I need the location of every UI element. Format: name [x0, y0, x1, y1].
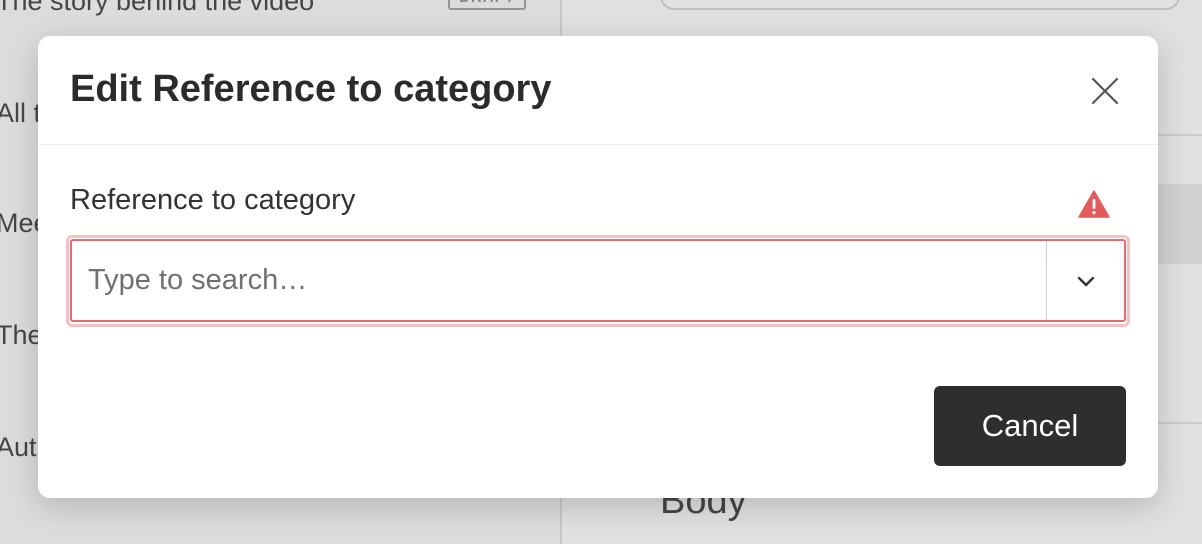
dialog-header: Edit Reference to category — [38, 36, 1158, 145]
reference-field-label: Reference to category — [70, 184, 356, 216]
warning-icon — [1078, 190, 1110, 218]
dropdown-toggle[interactable] — [1047, 241, 1124, 320]
edit-reference-dialog: Edit Reference to category Reference to … — [38, 36, 1158, 498]
chevron-down-icon — [1077, 276, 1094, 286]
cancel-button[interactable]: Cancel — [934, 386, 1126, 466]
close-button[interactable] — [1088, 74, 1122, 108]
reference-select[interactable] — [70, 239, 1126, 322]
dialog-title: Edit Reference to category — [70, 68, 552, 110]
close-icon — [1091, 77, 1119, 105]
search-input[interactable] — [88, 241, 1028, 320]
